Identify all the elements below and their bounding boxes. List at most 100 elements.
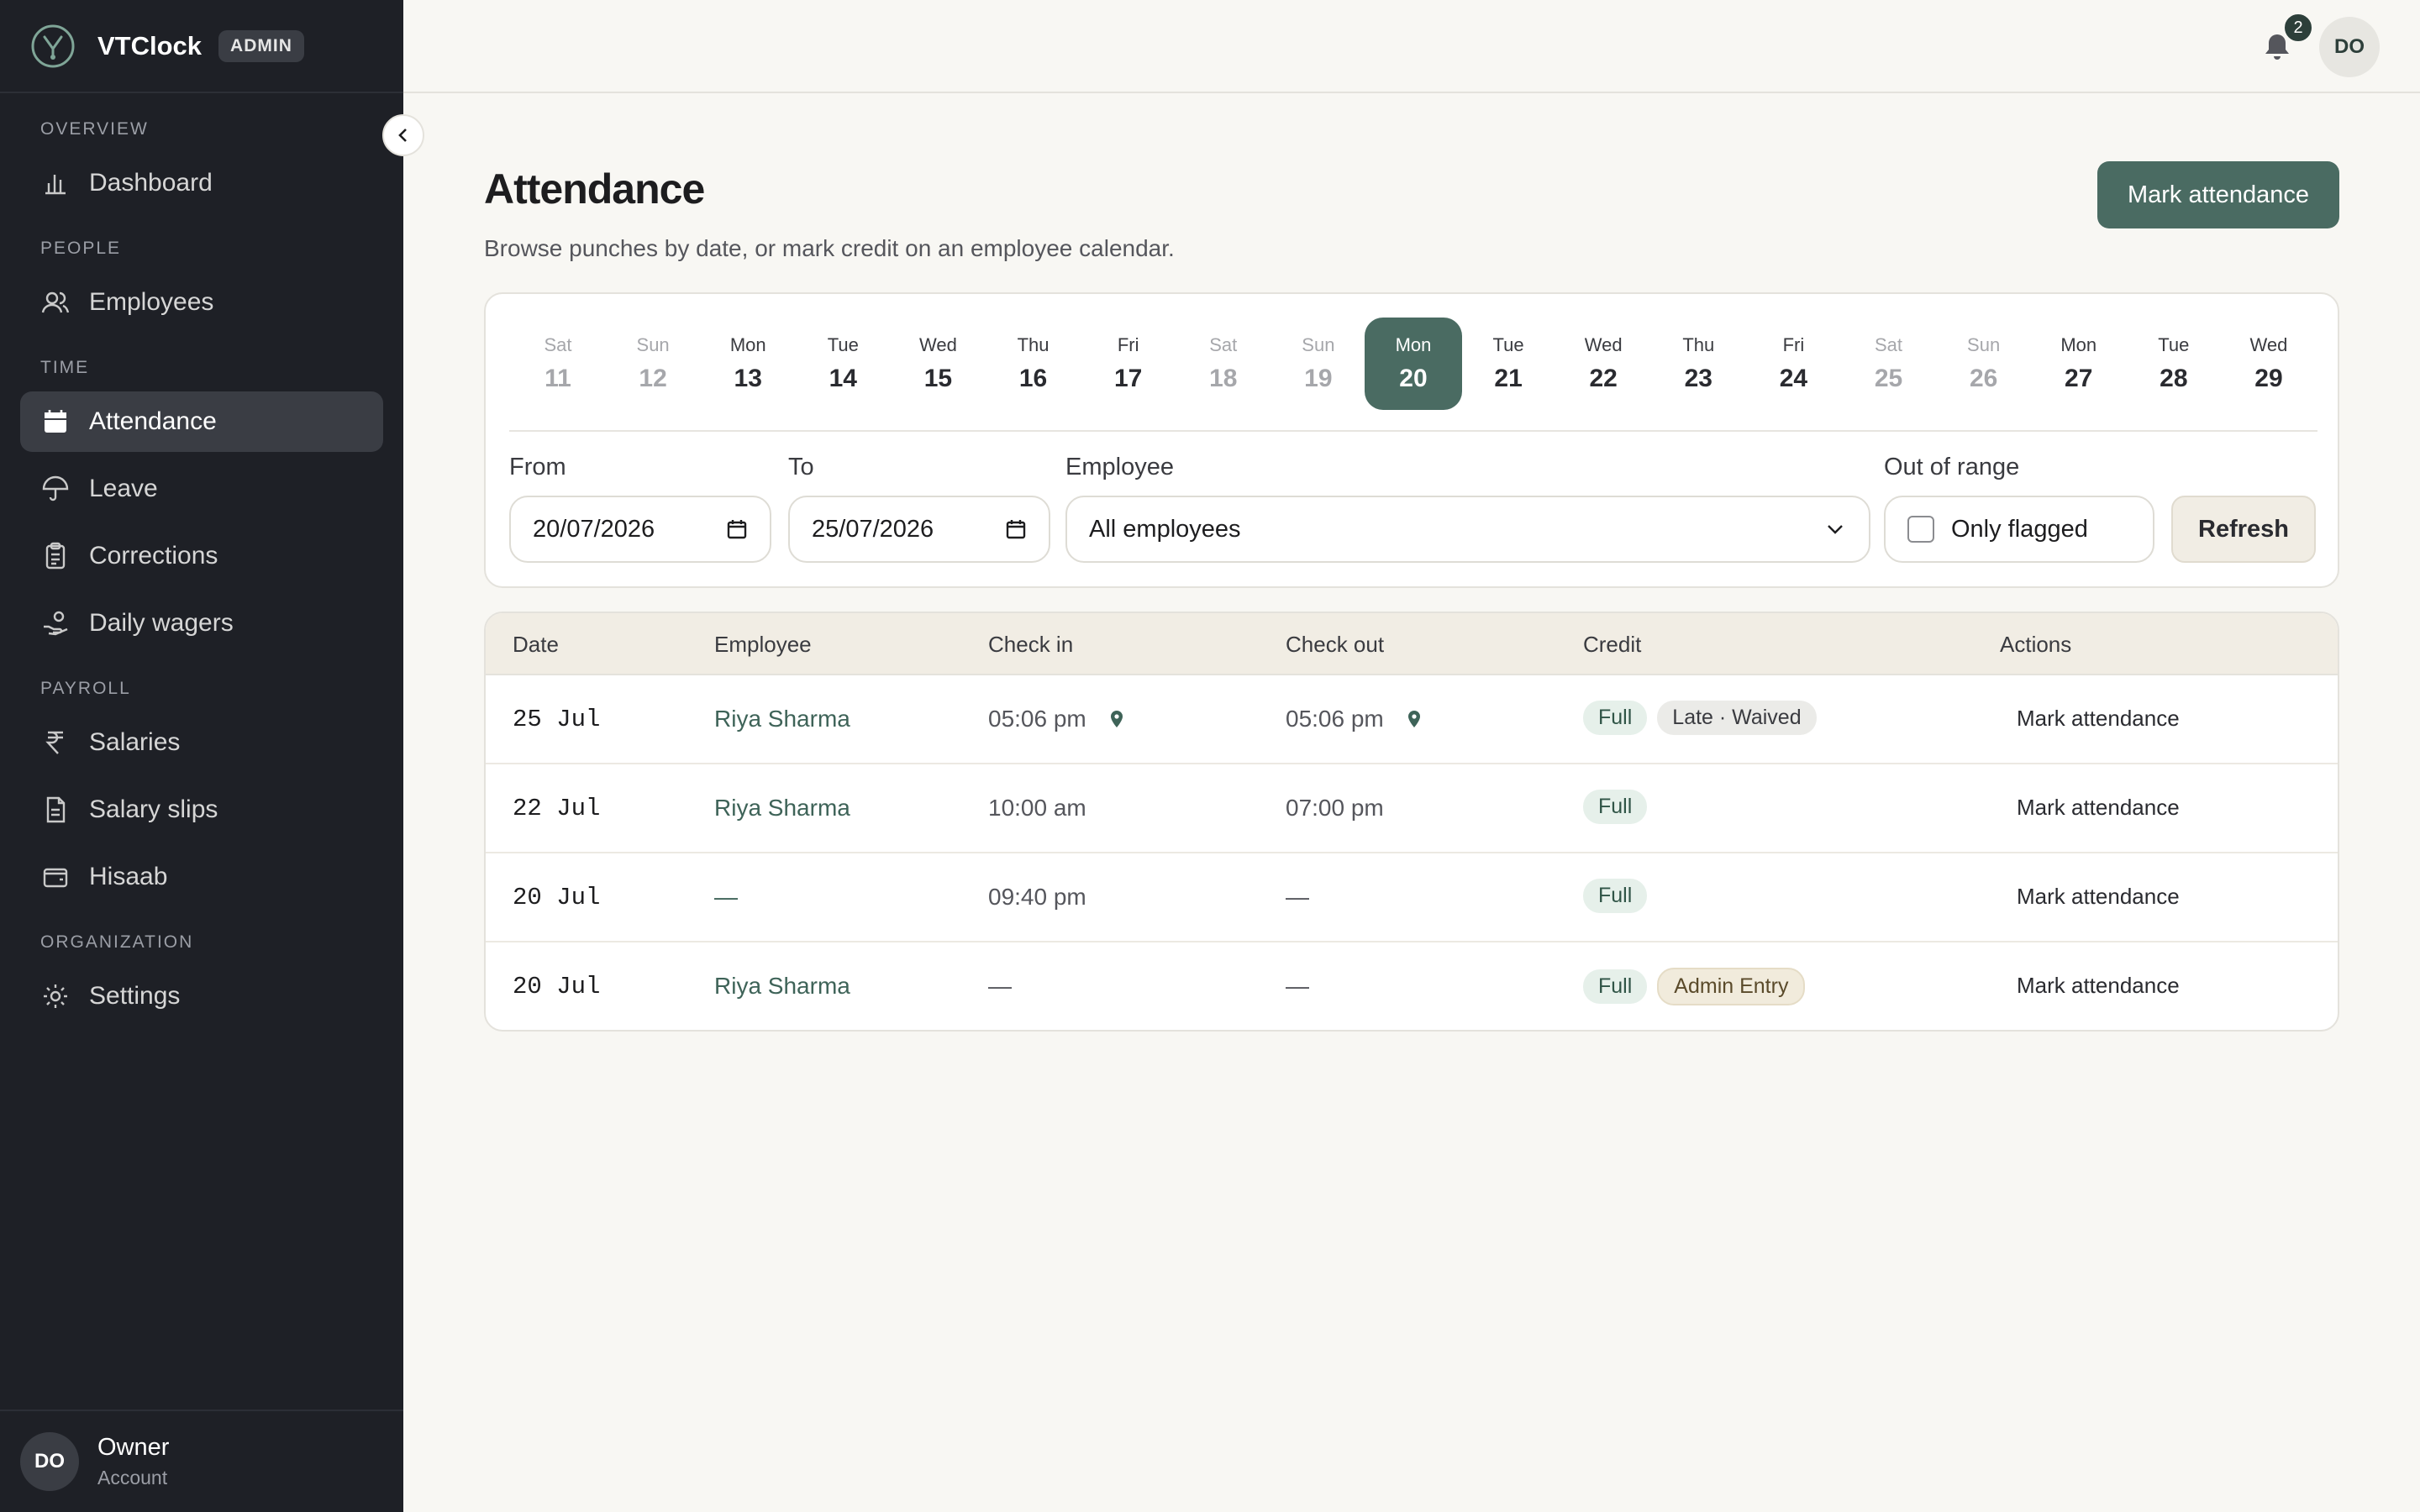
page-subtitle: Browse punches by date, or mark credit o… xyxy=(484,235,1175,261)
row-check-out: — xyxy=(1286,973,1309,1000)
row-mark-attendance-button[interactable]: Mark attendance xyxy=(2017,706,2180,732)
refresh-button[interactable]: Refresh xyxy=(2171,496,2316,563)
day-26[interactable]: Sun 26 xyxy=(1935,318,2033,410)
sidebar-item-employees[interactable]: Employees xyxy=(20,272,383,333)
day-16[interactable]: Thu 16 xyxy=(985,318,1082,410)
row-mark-attendance-button[interactable]: Mark attendance xyxy=(2017,795,2180,821)
row-employee[interactable]: Riya Sharma xyxy=(714,973,850,1000)
only-flagged-checkbox[interactable] xyxy=(1907,516,1934,543)
sidebar-item-corrections[interactable]: Corrections xyxy=(20,526,383,586)
sidebar-item-settings[interactable]: Settings xyxy=(20,966,383,1026)
row-check-out: 07:00 pm xyxy=(1286,795,1384,822)
day-14[interactable]: Tue 14 xyxy=(794,318,892,410)
status-badge: Admin Entry xyxy=(1657,968,1806,1005)
sidebar-item-salaries[interactable]: Salaries xyxy=(20,712,383,773)
day-name: Mon xyxy=(729,334,766,355)
avatar[interactable]: DO xyxy=(2319,17,2380,77)
credit-badge: Full xyxy=(1583,790,1648,824)
check-out-time: — xyxy=(1286,973,1309,999)
day-number: 24 xyxy=(1779,365,1808,392)
day-number: 22 xyxy=(1589,365,1618,392)
status-badge: Late · Waived xyxy=(1657,701,1817,735)
notification-count-badge: 2 xyxy=(2282,12,2314,44)
row-date: 20 Jul xyxy=(513,973,601,1000)
day-17[interactable]: Fri 17 xyxy=(1080,318,1177,410)
from-label: From xyxy=(509,454,566,480)
mark-attendance-button[interactable]: Mark attendance xyxy=(2097,161,2339,228)
sidebar-item-hisaab[interactable]: Hisaab xyxy=(20,847,383,907)
nav-section-time: TIME xyxy=(40,358,90,377)
to-date-field[interactable]: 25/07/2026 xyxy=(788,496,1050,563)
column-header-check-out: Check out xyxy=(1286,632,1385,657)
column-header-credit: Credit xyxy=(1583,632,1642,657)
sidebar-item-daily-wagers[interactable]: Daily wagers xyxy=(20,593,383,654)
day-number: 23 xyxy=(1684,365,1712,392)
file-icon xyxy=(46,796,66,823)
location-pin-icon[interactable] xyxy=(1107,709,1127,729)
day-name: Sun xyxy=(636,334,670,355)
collapse-sidebar-button[interactable] xyxy=(382,114,424,156)
day-29[interactable]: Wed 29 xyxy=(2220,318,2317,410)
umbrella-icon xyxy=(42,475,69,501)
day-20[interactable]: Mon 20 xyxy=(1364,318,1462,410)
day-25[interactable]: Sat 25 xyxy=(1840,318,1938,410)
day-24[interactable]: Fri 24 xyxy=(1744,318,1842,410)
day-number: 14 xyxy=(829,365,857,392)
row-employee[interactable]: Riya Sharma xyxy=(714,795,850,822)
from-date-field[interactable]: 20/07/2026 xyxy=(509,496,771,563)
only-flagged-toggle[interactable]: Only flagged xyxy=(1884,496,2154,563)
check-in-time: 10:00 am xyxy=(988,795,1086,821)
avatar: DO xyxy=(20,1432,79,1491)
day-name: Wed xyxy=(1584,334,1623,355)
day-21[interactable]: Tue 21 xyxy=(1460,318,1557,410)
calendar-icon[interactable] xyxy=(1005,518,1027,540)
day-name: Sat xyxy=(1875,334,1903,355)
day-27[interactable]: Mon 27 xyxy=(2030,318,2128,410)
wallet-icon xyxy=(43,868,68,888)
row-employee: — xyxy=(714,884,738,910)
day-13[interactable]: Mon 13 xyxy=(699,318,797,410)
day-name: Sat xyxy=(544,334,572,355)
day-15[interactable]: Wed 15 xyxy=(889,318,986,410)
day-number: 17 xyxy=(1113,365,1143,392)
day-number: 18 xyxy=(1209,365,1238,392)
day-number: 20 xyxy=(1399,365,1428,392)
table-row: 25 Jul Riya Sharma 05:06 pm 05:06 pm Full Lat… xyxy=(486,675,2338,764)
day-number: 19 xyxy=(1304,365,1333,392)
from-date-value: 20/07/2026 xyxy=(533,515,655,543)
employee-select[interactable]: All employees xyxy=(1065,496,1870,563)
day-number: 13 xyxy=(734,365,762,392)
brand[interactable]: VTClock ADMIN xyxy=(0,0,403,93)
bar-chart-icon xyxy=(45,175,66,195)
sidebar-item-salary-slips[interactable]: Salary slips xyxy=(20,780,383,840)
day-name: Wed xyxy=(2249,334,2288,355)
sidebar-item-attendance[interactable]: Attendance xyxy=(20,391,383,452)
row-mark-attendance-button[interactable]: Mark attendance xyxy=(2017,884,2180,910)
day-12[interactable]: Sun 12 xyxy=(604,318,702,410)
employee-select-value: All employees xyxy=(1089,515,1241,543)
nav-section-payroll: PAYROLL xyxy=(40,679,131,698)
chevron-down-icon xyxy=(1828,525,1843,534)
column-header-date: Date xyxy=(513,632,559,657)
logo-icon xyxy=(31,24,75,67)
brand-name: VTClock xyxy=(97,30,203,60)
location-pin-icon[interactable] xyxy=(1404,709,1424,729)
day-name: Sun xyxy=(1967,334,2001,355)
day-22[interactable]: Wed 22 xyxy=(1555,318,1652,410)
row-mark-attendance-button[interactable]: Mark attendance xyxy=(2017,973,2180,999)
account-menu[interactable]: DO Owner Account xyxy=(0,1410,403,1512)
sidebar-item-label: Hisaab xyxy=(89,863,168,890)
sidebar-item-label: Daily wagers xyxy=(89,609,234,637)
day-11[interactable]: Sat 11 xyxy=(509,318,607,410)
sidebar-item-leave[interactable]: Leave xyxy=(20,459,383,519)
day-18[interactable]: Sat 18 xyxy=(1175,318,1272,410)
calendar-icon xyxy=(45,410,66,433)
divider xyxy=(509,430,2317,432)
day-19[interactable]: Sun 19 xyxy=(1270,318,1367,410)
calendar-icon[interactable] xyxy=(726,518,748,540)
row-employee[interactable]: Riya Sharma xyxy=(714,706,850,732)
sidebar-item-dashboard[interactable]: Dashboard xyxy=(20,153,383,213)
account-name: Owner xyxy=(97,1434,170,1461)
day-23[interactable]: Thu 23 xyxy=(1649,318,1747,410)
day-28[interactable]: Tue 28 xyxy=(2125,318,2223,410)
